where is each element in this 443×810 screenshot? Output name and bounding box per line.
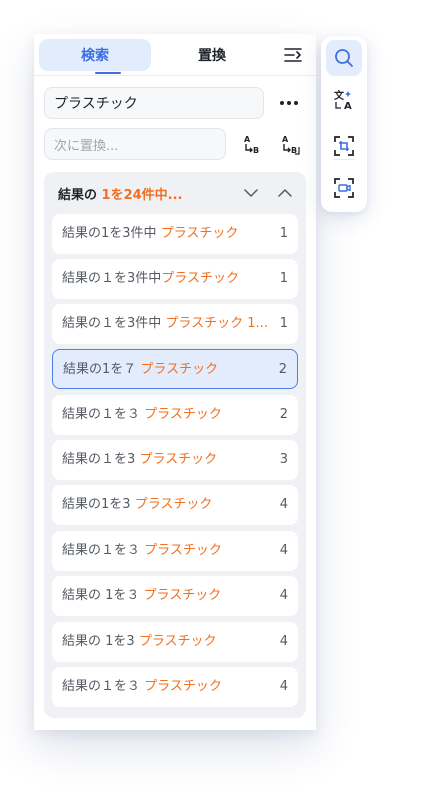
replace-all-icon[interactable]: A B	[278, 132, 304, 158]
result-item-prefix: 結果の1を3	[62, 497, 135, 512]
side-toolbar: 文 A	[321, 36, 367, 212]
result-item-count: 3	[279, 452, 288, 467]
search-input[interactable]: プラスチック	[44, 87, 264, 119]
result-item[interactable]: 結果の 1を３ プラスチック 4	[52, 576, 298, 616]
result-item[interactable]: 結果の１を３ プラスチック 4	[52, 531, 298, 571]
result-item-hit: プラスチック	[144, 543, 222, 558]
search-icon	[335, 49, 353, 67]
collapse-panel-icon[interactable]	[282, 44, 304, 66]
result-item[interactable]: 結果の１を３ プラスチック 2	[52, 395, 298, 435]
result-item-count: 1	[279, 226, 288, 241]
result-item-text: 結果の 1を3 プラスチック	[62, 622, 217, 662]
svg-text:A: A	[282, 135, 289, 144]
tab-replace[interactable]: 置換	[156, 39, 268, 71]
result-item-count: 4	[279, 679, 288, 694]
replace-input[interactable]: 次に置換...	[44, 128, 226, 160]
result-item-prefix: 結果の１を３	[62, 679, 145, 694]
search-input-value: プラスチック	[54, 96, 138, 112]
result-item-hit: プラスチック	[143, 588, 222, 603]
svg-text:B: B	[253, 146, 259, 155]
result-item-hit: プラスチック	[144, 407, 222, 422]
replace-one-icon[interactable]: A B	[240, 132, 266, 158]
result-item-text: 結果の 1を３ プラスチック	[62, 576, 221, 616]
result-item[interactable]: 結果の１を3 プラスチック 3	[52, 440, 298, 480]
result-item-text: 結果の１を３ プラスチック	[62, 531, 222, 571]
result-item[interactable]: 結果の１を3件中 プラスチック 1... 1	[52, 304, 298, 344]
screen-record-icon	[334, 178, 354, 198]
chevron-up-icon[interactable]	[276, 184, 294, 202]
result-item-prefix: 結果の 1を3	[62, 634, 139, 649]
result-item-hit: プラスチック	[134, 497, 213, 512]
crop-icon	[334, 136, 354, 156]
result-item-hit: プラスチック 1...	[165, 316, 268, 331]
translate-icon: 文 A	[334, 89, 352, 112]
result-item-hit: プラスチック	[138, 634, 217, 649]
result-item-prefix: 結果の1を７	[63, 362, 141, 377]
results-summary: 結果の 1を24件中...	[58, 184, 182, 203]
result-item-prefix: 結果の 1を３	[62, 588, 144, 603]
results-list: 結果の 1を24件中... 結果の1を3件中 プラスチック 1 結果の１を3件中…	[44, 172, 306, 718]
side-translate-button[interactable]: 文 A	[326, 82, 362, 118]
result-item-text: 結果の１を3件中 プラスチック 1...	[62, 304, 268, 344]
result-item-prefix: 結果の１を３	[62, 407, 145, 422]
side-search-button[interactable]	[326, 40, 362, 76]
result-item[interactable]: 結果の１を3件中プラスチック 1	[52, 259, 298, 299]
result-item-text: 結果の1を７ プラスチック	[63, 350, 218, 390]
result-item-active[interactable]: 結果の1を７ プラスチック 2	[52, 349, 298, 389]
tab-bar: 検索 置換	[34, 34, 316, 76]
tab-replace-label: 置換	[198, 48, 226, 64]
tab-search-underline	[95, 72, 121, 74]
result-item[interactable]: 結果の1を3 プラスチック 4	[52, 485, 298, 525]
result-item-text: 結果の１を３ プラスチック	[62, 395, 222, 435]
result-item-count: 1	[279, 271, 288, 286]
side-record-button[interactable]	[326, 170, 362, 206]
result-item[interactable]: 結果の1を3件中 プラスチック 1	[52, 214, 298, 254]
result-item-hit: プラスチック	[140, 362, 219, 377]
result-item-hit: プラスチック	[144, 679, 222, 694]
result-item-hit: プラスチック	[139, 452, 218, 467]
tab-search[interactable]: 検索	[39, 39, 151, 71]
result-item[interactable]: 結果の１を３ プラスチック 4	[52, 667, 298, 707]
result-item-count: 4	[279, 497, 288, 512]
result-item-count: 2	[278, 362, 287, 377]
svg-text:A: A	[244, 135, 251, 144]
tab-search-label: 検索	[81, 48, 109, 64]
result-item-count: 4	[279, 543, 288, 558]
result-item-count: 1	[279, 316, 288, 331]
result-item-count: 4	[279, 588, 288, 603]
result-item-hit: プラスチック	[160, 226, 239, 241]
results-header: 結果の 1を24件中...	[44, 172, 306, 212]
result-item-prefix: 結果の１を3件中	[62, 271, 162, 286]
svg-text:A: A	[344, 101, 352, 112]
result-item-text: 結果の１を3 プラスチック	[62, 440, 217, 480]
chevron-down-icon[interactable]	[242, 184, 260, 202]
result-item-prefix: 結果の1を3件中	[62, 226, 161, 241]
result-item-text: 結果の1を3 プラスチック	[62, 485, 212, 525]
result-item-text: 結果の１を3件中プラスチック	[62, 259, 239, 299]
results-summary-prefix: 結果の	[58, 188, 102, 203]
replace-input-placeholder: 次に置換...	[54, 138, 119, 154]
result-item-prefix: 結果の１を３	[62, 543, 145, 558]
results-count: 1を24件中...	[101, 188, 183, 203]
find-replace-panel: 検索 置換 プラスチック 次に置換... A B A B 結果の 1を24件中.…	[34, 34, 316, 730]
result-item-prefix: 結果の１を3	[62, 452, 140, 467]
more-icon[interactable]	[276, 91, 302, 115]
result-item-hit: プラスチック	[161, 271, 240, 286]
result-item-text: 結果の1を3件中 プラスチック	[62, 214, 238, 254]
side-divider	[333, 159, 355, 160]
result-item-count: 4	[279, 634, 288, 649]
result-item-prefix: 結果の１を3件中	[62, 316, 166, 331]
result-item-text: 結果の１を３ プラスチック	[62, 667, 222, 707]
result-item[interactable]: 結果の 1を3 プラスチック 4	[52, 622, 298, 662]
result-item-count: 2	[279, 407, 288, 422]
